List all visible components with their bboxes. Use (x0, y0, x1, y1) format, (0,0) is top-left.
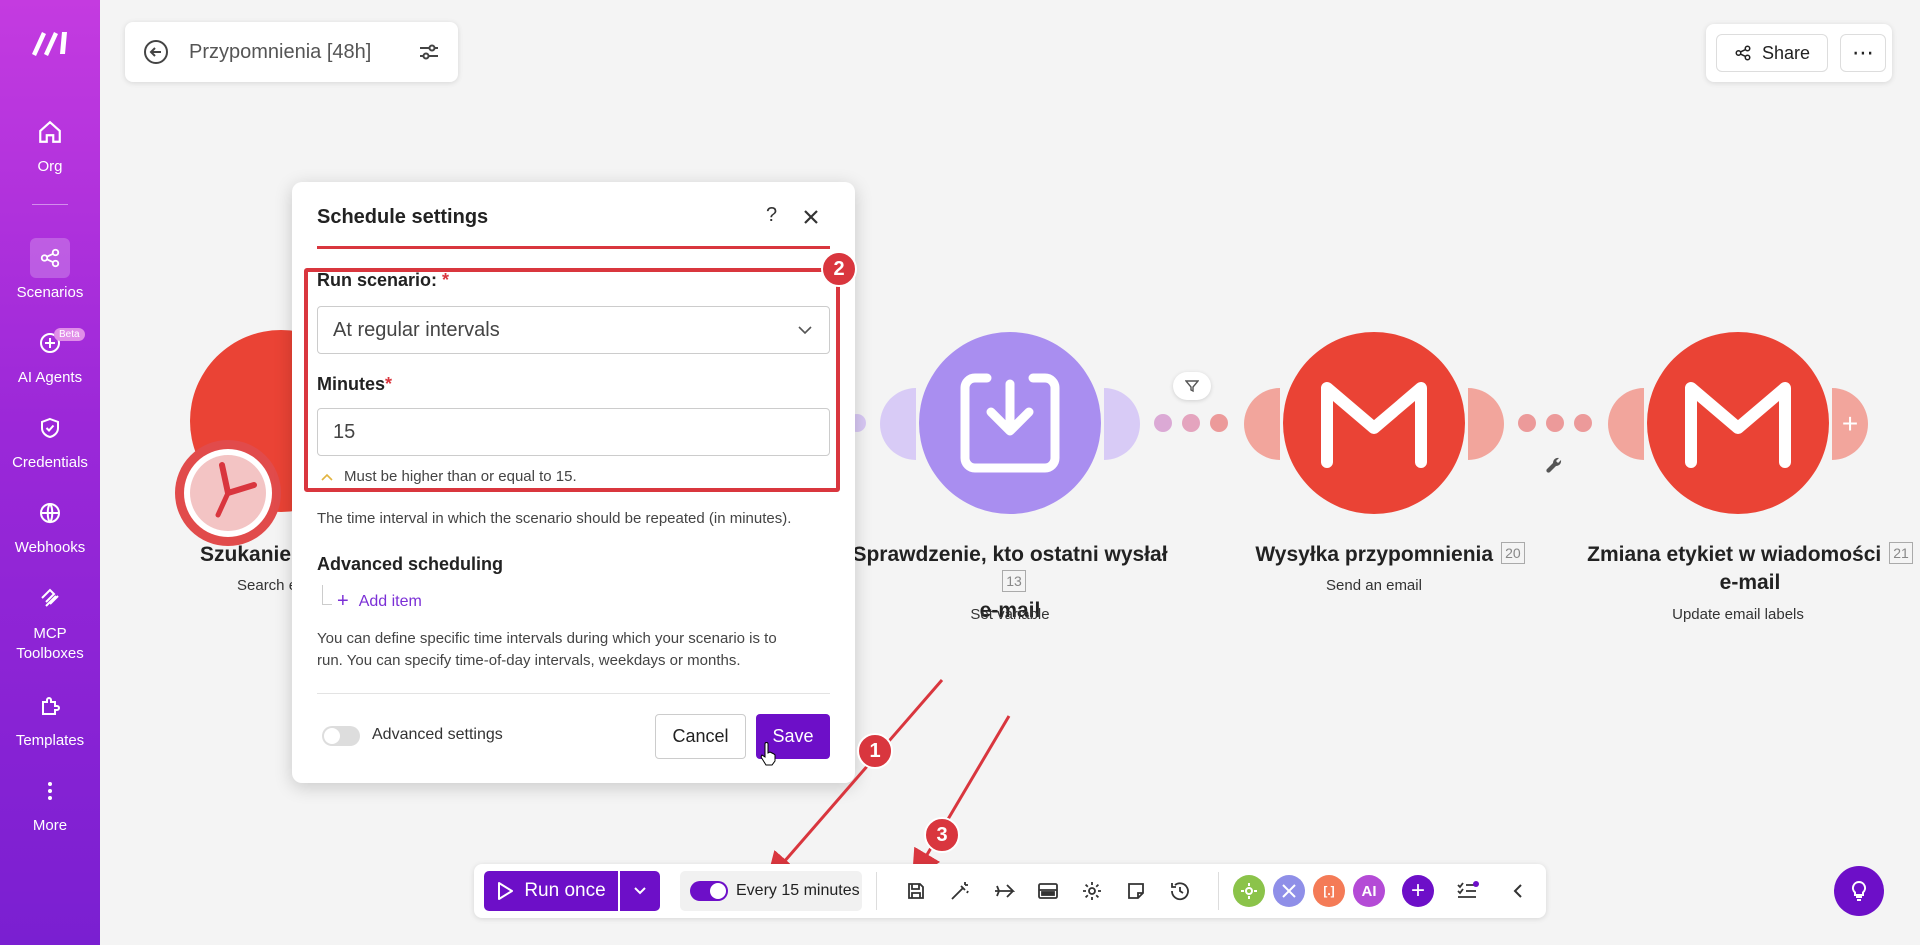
notes-button[interactable] (1122, 877, 1150, 905)
play-icon (498, 882, 514, 900)
crossed-tools-icon (1282, 884, 1296, 898)
run-options-dropdown[interactable] (620, 871, 660, 911)
annotation-badge-1: 1 (857, 733, 893, 769)
brackets-icon: [.] (1323, 884, 1335, 898)
schedule-label: Every 15 minutes (736, 882, 860, 899)
explain-flow-button[interactable] (990, 877, 1018, 905)
chevron-down-icon (634, 887, 646, 895)
arrow-to-schedule (766, 679, 944, 883)
collapse-toolbar-button[interactable] (1504, 877, 1532, 905)
scenario-settings-button[interactable] (1078, 877, 1106, 905)
text-parser-button[interactable]: [.] (1313, 875, 1345, 907)
checklist-button[interactable] (1454, 877, 1482, 905)
gear-icon (1241, 883, 1257, 899)
annotation-arrows (766, 679, 1011, 883)
chevron-left-icon (1513, 884, 1522, 898)
airplane-icon (995, 884, 1015, 898)
run-once-button[interactable]: Run once (484, 871, 618, 911)
schedule-toggle[interactable]: Every 15 minutes (680, 871, 862, 911)
toolbar-separator (1218, 872, 1219, 910)
flow-control-button[interactable] (1273, 875, 1305, 907)
scheduling-switch[interactable] (690, 881, 728, 901)
floppy-disk-icon (908, 883, 924, 899)
checklist-icon (1457, 881, 1479, 898)
gear-icon (1083, 882, 1101, 900)
add-module-button[interactable]: + (1402, 875, 1434, 907)
ai-module-button[interactable]: AI (1353, 875, 1385, 907)
annotation-badge-3: 3 (924, 817, 960, 853)
annotation-badge-2: 2 (821, 251, 857, 287)
note-icon (1128, 883, 1144, 899)
history-button[interactable] (1166, 877, 1194, 905)
ai-chip-label: AI (1361, 882, 1377, 900)
save-scenario-button[interactable] (902, 877, 930, 905)
layout-button[interactable] (1034, 877, 1062, 905)
toolbar-separator (876, 872, 877, 910)
arrow-to-save-icon (911, 715, 1011, 881)
auto-align-button[interactable] (946, 877, 974, 905)
tips-button[interactable] (1834, 866, 1884, 916)
bottom-toolbar: Run once Every 15 minutes [.] AI + (474, 864, 1546, 918)
history-icon (1171, 882, 1189, 901)
lightbulb-icon (1851, 880, 1867, 901)
plus-icon: + (1410, 877, 1425, 904)
layout-icon (1038, 883, 1058, 899)
tools-module-button[interactable] (1233, 875, 1265, 907)
magic-wand-icon (951, 882, 969, 900)
